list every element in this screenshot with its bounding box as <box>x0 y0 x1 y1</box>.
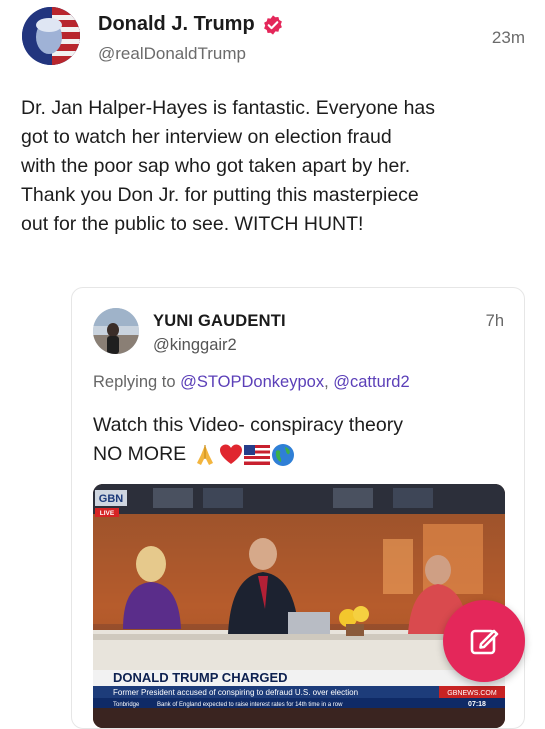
compose-edit-icon <box>470 629 499 655</box>
ticker-label: Tonbridge <box>113 702 140 708</box>
video-subheadline: Former President accused of conspiring t… <box>113 688 358 697</box>
video-thumbnail[interactable]: GBN LIVE DONALD TRUMP CHARGED Former Pre… <box>93 484 505 728</box>
post-text-line: with the poor sap who got taken apart by… <box>21 155 411 177</box>
video-clock: 07:18 <box>468 701 486 708</box>
us-flag-icon <box>243 444 270 465</box>
post-text-line: Dr. Jan Halper-Hayes is fantastic. Every… <box>21 97 436 119</box>
post-text: Dr. Jan Halper-Hayes is fantastic. Every… <box>21 94 526 239</box>
red-heart-icon <box>219 444 242 464</box>
quoted-author-name[interactable]: YUNI GAUDENTI <box>153 312 286 331</box>
post-timestamp[interactable]: 23m <box>492 28 525 48</box>
quoted-text: Watch this Video- conspiracy theory NO M… <box>93 411 513 469</box>
mention-link[interactable]: @STOPDonkeypox <box>180 373 324 391</box>
folded-hands-icon <box>196 444 213 465</box>
channel-logo: GBN <box>99 493 124 505</box>
globe-icon <box>271 443 294 466</box>
ticker-text: Bank of England expected to raise intere… <box>157 702 343 708</box>
video-headline: DONALD TRUMP CHARGED <box>113 670 288 685</box>
mention-link[interactable]: @catturd2 <box>333 373 409 391</box>
post-text-line: Thank you Don Jr. for putting this maste… <box>21 184 419 206</box>
quoted-author-handle[interactable]: @kinggair2 <box>153 336 237 355</box>
quoted-text-line-2: NO MORE <box>93 440 513 469</box>
quoted-timestamp[interactable]: 7h <box>486 312 504 331</box>
replying-to-label: Replying to <box>93 373 181 391</box>
compose-button[interactable] <box>443 600 525 682</box>
replying-to-line: Replying to @STOPDonkeypox, @catturd2 <box>93 373 410 392</box>
mention-separator: , <box>324 373 334 391</box>
post-text-line: got to watch her interview on election f… <box>21 126 392 148</box>
verified-badge-icon <box>263 14 282 35</box>
quoted-author-avatar[interactable] <box>93 308 139 354</box>
network-tag: GBNEWS.COM <box>447 690 497 697</box>
post-text-line: out for the public to see. WITCH HUNT! <box>21 213 364 235</box>
author-handle[interactable]: @realDonaldTrump <box>98 44 246 64</box>
quoted-text-fragment: NO MORE <box>93 443 187 465</box>
author-name[interactable]: Donald J. Trump <box>98 13 255 36</box>
quoted-text-line: Watch this Video- conspiracy theory <box>93 414 403 436</box>
live-label: LIVE <box>100 510 115 517</box>
author-avatar[interactable] <box>22 7 80 65</box>
